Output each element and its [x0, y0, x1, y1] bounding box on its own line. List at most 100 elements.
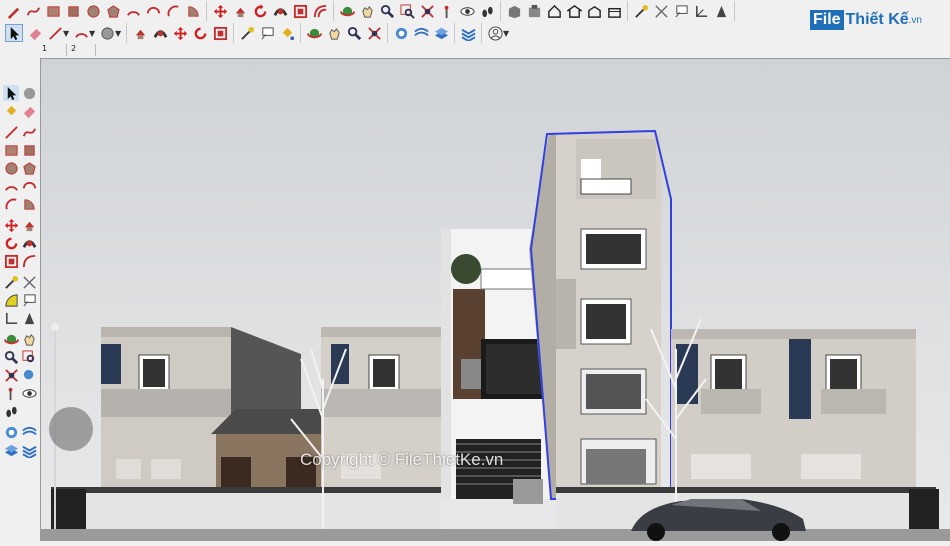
sandbox-icon[interactable]: [413, 25, 429, 41]
follow-me-large-icon[interactable]: [152, 25, 168, 41]
polygon-icon[interactable]: [21, 160, 37, 176]
section-plane-icon[interactable]: [3, 424, 19, 440]
shape-icon[interactable]: [73, 25, 89, 41]
select-icon[interactable]: [5, 24, 23, 42]
circle-icon[interactable]: [85, 3, 101, 19]
line-icon[interactable]: [3, 124, 19, 140]
two-point-arc-icon[interactable]: [145, 3, 161, 19]
tape-measure-icon[interactable]: [633, 3, 649, 19]
tape-measure-large-icon[interactable]: [239, 25, 255, 41]
zoom-window-icon[interactable]: [21, 349, 37, 365]
rotated-rectangle-icon[interactable]: [65, 3, 81, 19]
zoom-extents-large-icon[interactable]: [366, 25, 382, 41]
text-icon[interactable]: [673, 3, 689, 19]
pie-icon[interactable]: [185, 3, 201, 19]
zoom-window-icon[interactable]: [399, 3, 415, 19]
make-component-icon[interactable]: [21, 85, 37, 101]
dimensions-icon[interactable]: [21, 274, 37, 290]
arc-icon[interactable]: [125, 3, 141, 19]
orbit-icon[interactable]: [3, 331, 19, 347]
walk-icon[interactable]: [3, 403, 19, 419]
line-dropdown-icon[interactable]: ▼: [63, 29, 71, 38]
rotate-icon[interactable]: [252, 3, 268, 19]
pan-icon[interactable]: [359, 3, 375, 19]
house-icon[interactable]: [566, 3, 582, 19]
three-point-arc-icon[interactable]: [3, 196, 19, 212]
back-view-icon[interactable]: [606, 3, 622, 19]
walk-icon[interactable]: [439, 3, 455, 19]
extension-icon[interactable]: [526, 3, 542, 19]
offset-icon[interactable]: [21, 253, 37, 269]
text-large-icon[interactable]: [259, 25, 275, 41]
rectangle-icon[interactable]: [45, 3, 61, 19]
account-dropdown-icon[interactable]: ▼: [503, 29, 511, 38]
scene-tab-2[interactable]: 2: [67, 44, 96, 56]
select-icon[interactable]: [3, 85, 19, 101]
account-icon[interactable]: [487, 25, 503, 41]
pie-icon[interactable]: [21, 196, 37, 212]
rotate-icon[interactable]: [3, 235, 19, 251]
pencil-icon[interactable]: [5, 3, 21, 19]
pan-large-icon[interactable]: [326, 25, 342, 41]
three-point-arc-icon[interactable]: [165, 3, 181, 19]
zoom-extents-icon[interactable]: [3, 367, 19, 383]
layers-icon[interactable]: [3, 442, 19, 458]
offset-icon[interactable]: [312, 3, 328, 19]
move-icon[interactable]: [3, 217, 19, 233]
push-pull-icon[interactable]: [21, 217, 37, 233]
pan-icon[interactable]: [21, 331, 37, 347]
polygon-icon[interactable]: [105, 3, 121, 19]
3d-text-icon[interactable]: [21, 310, 37, 326]
styles-icon[interactable]: [460, 25, 476, 41]
scale-icon[interactable]: [3, 253, 19, 269]
move-large-icon[interactable]: [172, 25, 188, 41]
scale-large-icon[interactable]: [212, 25, 228, 41]
follow-me-icon[interactable]: [272, 3, 288, 19]
tape-measure-icon[interactable]: [3, 274, 19, 290]
follow-me-icon[interactable]: [21, 235, 37, 251]
scene-tab-1[interactable]: 1: [38, 44, 67, 56]
section-icon[interactable]: [393, 25, 409, 41]
axes-icon[interactable]: [693, 3, 709, 19]
protractor-icon[interactable]: [3, 292, 19, 308]
push-pull-large-icon[interactable]: [132, 25, 148, 41]
zoom-large-icon[interactable]: [346, 25, 362, 41]
warehouse-icon[interactable]: [506, 3, 522, 19]
freehand-icon[interactable]: [25, 3, 41, 19]
position-camera-icon[interactable]: [479, 3, 495, 19]
zoom-extents-icon[interactable]: [419, 3, 435, 19]
styles-icon[interactable]: [21, 442, 37, 458]
line-icon[interactable]: [47, 25, 63, 41]
position-camera-icon[interactable]: [3, 385, 19, 401]
push-pull-icon[interactable]: [232, 3, 248, 19]
sandbox-icon[interactable]: [21, 424, 37, 440]
protractor-icon[interactable]: [653, 3, 669, 19]
circle-icon[interactable]: [3, 160, 19, 176]
previous-view-icon[interactable]: [21, 367, 37, 383]
circle-tool-icon[interactable]: [99, 25, 115, 41]
home-icon[interactable]: [546, 3, 562, 19]
orbit-icon[interactable]: [339, 3, 355, 19]
orbit-large-icon[interactable]: [306, 25, 322, 41]
rotated-rectangle-icon[interactable]: [21, 142, 37, 158]
rectangle-icon[interactable]: [3, 142, 19, 158]
layers-icon[interactable]: [433, 25, 449, 41]
eraser-icon[interactable]: [27, 25, 43, 41]
scale-icon[interactable]: [292, 3, 308, 19]
rotate-large-icon[interactable]: [192, 25, 208, 41]
circle-dropdown-icon[interactable]: ▼: [115, 29, 123, 38]
axes-icon[interactable]: [3, 310, 19, 326]
two-point-arc-icon[interactable]: [21, 178, 37, 194]
arc-icon[interactable]: [3, 178, 19, 194]
zoom-icon[interactable]: [3, 349, 19, 365]
look-around-icon[interactable]: [21, 385, 37, 401]
shape-dropdown-icon[interactable]: ▼: [89, 29, 97, 38]
paint-bucket-icon[interactable]: [279, 25, 295, 41]
paint-bucket-icon[interactable]: [3, 103, 19, 119]
text-icon[interactable]: [21, 292, 37, 308]
zoom-icon[interactable]: [379, 3, 395, 19]
front-view-icon[interactable]: [586, 3, 602, 19]
move-icon[interactable]: [212, 3, 228, 19]
look-around-icon[interactable]: [459, 3, 475, 19]
dimensions-icon[interactable]: [713, 3, 729, 19]
